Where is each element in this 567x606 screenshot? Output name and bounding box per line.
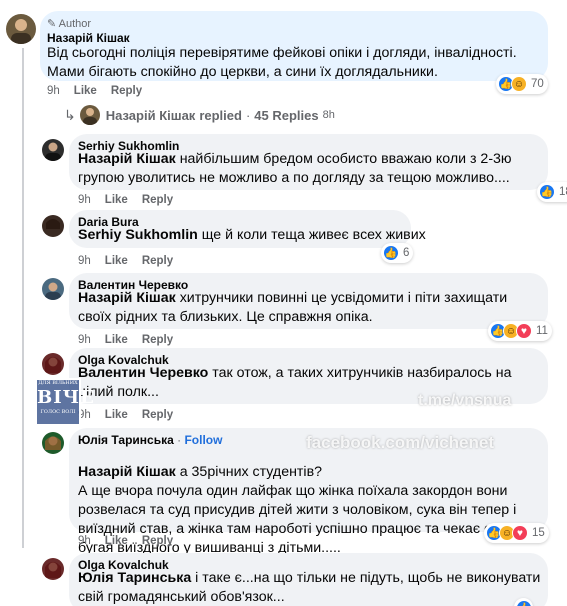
replies-time: 8h <box>322 109 335 121</box>
comment-meta: 9h Like Reply <box>47 85 156 97</box>
avatar[interactable] <box>42 139 64 161</box>
reactions-summary[interactable]: 👍 6 <box>381 243 414 263</box>
thread-line <box>22 48 24 548</box>
comment-text-body: ще й коли теща живеє всех живих <box>197 227 426 243</box>
author-badge: ✎ Author <box>47 17 91 30</box>
comment-time[interactable]: 9h <box>47 85 60 97</box>
mention-link[interactable]: Назарій Кішак <box>78 464 176 480</box>
reaction-count: 18 <box>559 186 567 198</box>
like-button[interactable]: Like <box>105 409 128 421</box>
reaction-count: 70 <box>531 78 544 90</box>
comment-time[interactable]: 9h <box>78 535 91 547</box>
reply-button[interactable]: Reply <box>142 409 173 421</box>
reaction-count: 15 <box>532 527 545 539</box>
like-button[interactable]: Like <box>74 85 97 97</box>
replier-name: Назарій Кішак <box>105 107 196 123</box>
reaction-count: 11 <box>536 325 548 337</box>
avatar <box>79 105 100 125</box>
comment-text: Назарій Кішак хитрунчики повинні це усві… <box>78 289 540 327</box>
comment-time[interactable]: 9h <box>78 194 91 206</box>
reply-button[interactable]: Reply <box>142 535 173 547</box>
comment-time[interactable]: 9h <box>78 334 91 346</box>
like-button[interactable]: Like <box>105 334 128 346</box>
reactions-summary[interactable]: 👍 ☺ ♥ 15 <box>484 523 549 543</box>
replied-label: replied <box>199 107 242 123</box>
avatar[interactable] <box>42 215 64 237</box>
pencil-icon: ✎ <box>47 18 57 30</box>
facebook-watermark: facebook.com/vichenet <box>306 433 495 452</box>
comment-meta: 9h Like Reply <box>78 255 187 267</box>
comment-meta: 9h Like Reply <box>78 535 187 547</box>
logo-top-text: ДЛЯ ВІЛЬНИХ <box>38 380 78 386</box>
like-button[interactable]: Like <box>105 535 128 547</box>
avatar[interactable] <box>42 278 64 300</box>
avatar[interactable] <box>6 14 36 44</box>
telegram-watermark: t.me/vnsnua <box>418 392 512 409</box>
haha-reaction-icon: ☺ <box>511 76 527 92</box>
avatar[interactable] <box>42 432 64 454</box>
like-reaction-icon: 👍 <box>383 245 399 261</box>
like-reaction-icon: 👍 <box>516 600 532 606</box>
badge-label: Author <box>58 18 92 30</box>
mention-link[interactable]: Юлія Таринська <box>78 570 191 586</box>
comment-text: Юлія Таринська і таке є...на що тільки н… <box>78 569 543 606</box>
avatar[interactable] <box>42 353 64 375</box>
love-reaction-icon: ♥ <box>512 525 528 541</box>
mention-link[interactable]: Назарій Кішак <box>78 290 176 306</box>
like-button[interactable]: Like <box>105 194 128 206</box>
reaction-count: 6 <box>403 247 410 259</box>
comment-meta: 9h Like Reply <box>78 334 187 346</box>
comment-meta: 9h Like Reply <box>78 194 187 206</box>
mention-link[interactable]: Валентин Черевко <box>78 365 208 381</box>
mention-link[interactable]: Назарій Кішак <box>78 151 176 167</box>
mention-link[interactable]: Serhiy Sukhomlin <box>78 227 198 243</box>
commenter-name[interactable]: Назарій Кішак <box>47 31 130 45</box>
comment-time[interactable]: 9h <box>78 255 91 267</box>
comment-text: Назарій Кішак найбільшим бредом особисто… <box>78 150 543 188</box>
reply-button[interactable]: Reply <box>142 194 173 206</box>
reactions-summary[interactable]: 👍 ☺ 70 <box>496 74 548 94</box>
comment-text: Serhiy Sukhomlin ще й коли теща живеє вс… <box>78 226 426 245</box>
dot-separator: · <box>245 107 251 123</box>
like-button[interactable]: Like <box>105 255 128 267</box>
avatar[interactable] <box>42 558 64 580</box>
reactions-summary[interactable]: 👍 18 <box>537 182 567 202</box>
love-reaction-icon: ♥ <box>516 323 532 339</box>
logo-bottom-text: ГОЛОС ВОЛІ <box>40 409 76 415</box>
watermark-logo: ДЛЯ ВІЛЬНИХ ВІЧЕ ГОЛОС ВОЛІ <box>35 378 95 426</box>
reactions-summary[interactable]: 👍 ☺ ♥ 11 <box>488 321 552 341</box>
reply-button[interactable]: Reply <box>142 334 173 346</box>
reply-button[interactable]: Reply <box>111 85 142 97</box>
like-reaction-icon: 👍 <box>539 184 555 200</box>
reply-button[interactable]: Reply <box>142 255 173 267</box>
replies-summary[interactable]: ↳ Назарій Кішак replied · 45 Replies 8h <box>64 104 335 126</box>
comment-meta: 9h Like Reply <box>78 409 187 421</box>
replies-count: 45 Replies <box>254 107 319 123</box>
reply-arrow-icon: ↳ <box>64 106 76 123</box>
logo-main-text: ВІЧЕ <box>37 387 95 408</box>
comment-text: Від сьогодні поліція перевірятиме фейков… <box>47 45 517 80</box>
